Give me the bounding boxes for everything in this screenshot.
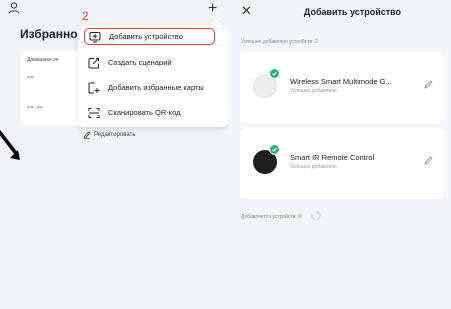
user-icon[interactable] xyxy=(8,2,20,14)
favorites-title: Избранное xyxy=(20,27,85,41)
energy-card-label: Домашнее эн xyxy=(27,57,59,63)
check-icon xyxy=(269,144,280,155)
menu-item-label: Создать сценарий xyxy=(108,58,172,67)
menu-item-scan-qr[interactable]: Сканировать QR-код xyxy=(84,104,220,121)
add-menu-popup: Добавить устройство Создать сценарий Доб… xyxy=(78,19,228,127)
add-device-panel: ✕ Добавить устройство Успешно добавлено … xyxy=(228,0,451,309)
adding-count-label: Добавляется устройств: 0 xyxy=(241,214,301,220)
menu-item-label: Сканировать QR-код xyxy=(108,108,181,117)
add-plus-icon[interactable]: + xyxy=(208,0,217,18)
create-scene-icon xyxy=(88,57,99,68)
energy-card-value: -- xyxy=(27,72,34,83)
step-number: 2 xyxy=(82,9,89,23)
menu-item-label: Добавить избранные карты xyxy=(108,83,204,92)
add-favorite-card-icon xyxy=(88,82,100,93)
pencil-icon xyxy=(83,131,91,139)
success-count-label: Успешно добавлено устройств: 2 xyxy=(241,39,318,45)
device-card[interactable]: Smart IR Remote Control Успешно добавлен… xyxy=(240,128,444,199)
menu-item-create-scene[interactable]: Создать сценарий xyxy=(84,54,220,71)
menu-item-add-favorite-cards[interactable]: Добавить избранные карты xyxy=(84,79,220,96)
menu-item-label: Добавить устройство xyxy=(109,32,183,41)
edit-button-label: Редактировать xyxy=(94,132,136,138)
device-status: Успешно добавлено xyxy=(290,88,337,94)
pointer-arrow-icon xyxy=(0,129,20,160)
add-device-icon xyxy=(89,31,101,42)
check-icon xyxy=(269,68,280,79)
pencil-icon[interactable] xyxy=(424,156,433,165)
scan-qr-icon xyxy=(88,107,100,118)
device-status: Успешно добавлено xyxy=(290,164,337,170)
menu-item-add-device[interactable]: Добавить устройство xyxy=(84,28,215,45)
page-title: Добавить устройство xyxy=(303,7,402,17)
home-screen-panel: + Избранное Домашнее эн -- -- -- 2 Добав… xyxy=(0,0,228,309)
pencil-icon[interactable] xyxy=(424,80,433,89)
loading-spinner-icon xyxy=(311,211,321,221)
device-name: Smart IR Remote Control xyxy=(290,153,375,162)
energy-card-value-secondary: -- -- xyxy=(27,102,44,113)
device-name: Wireless Smart Multimode G... xyxy=(290,77,392,86)
edit-button[interactable]: Редактировать xyxy=(83,131,135,139)
device-card[interactable]: Wireless Smart Multimode G... Успешно до… xyxy=(240,52,444,123)
